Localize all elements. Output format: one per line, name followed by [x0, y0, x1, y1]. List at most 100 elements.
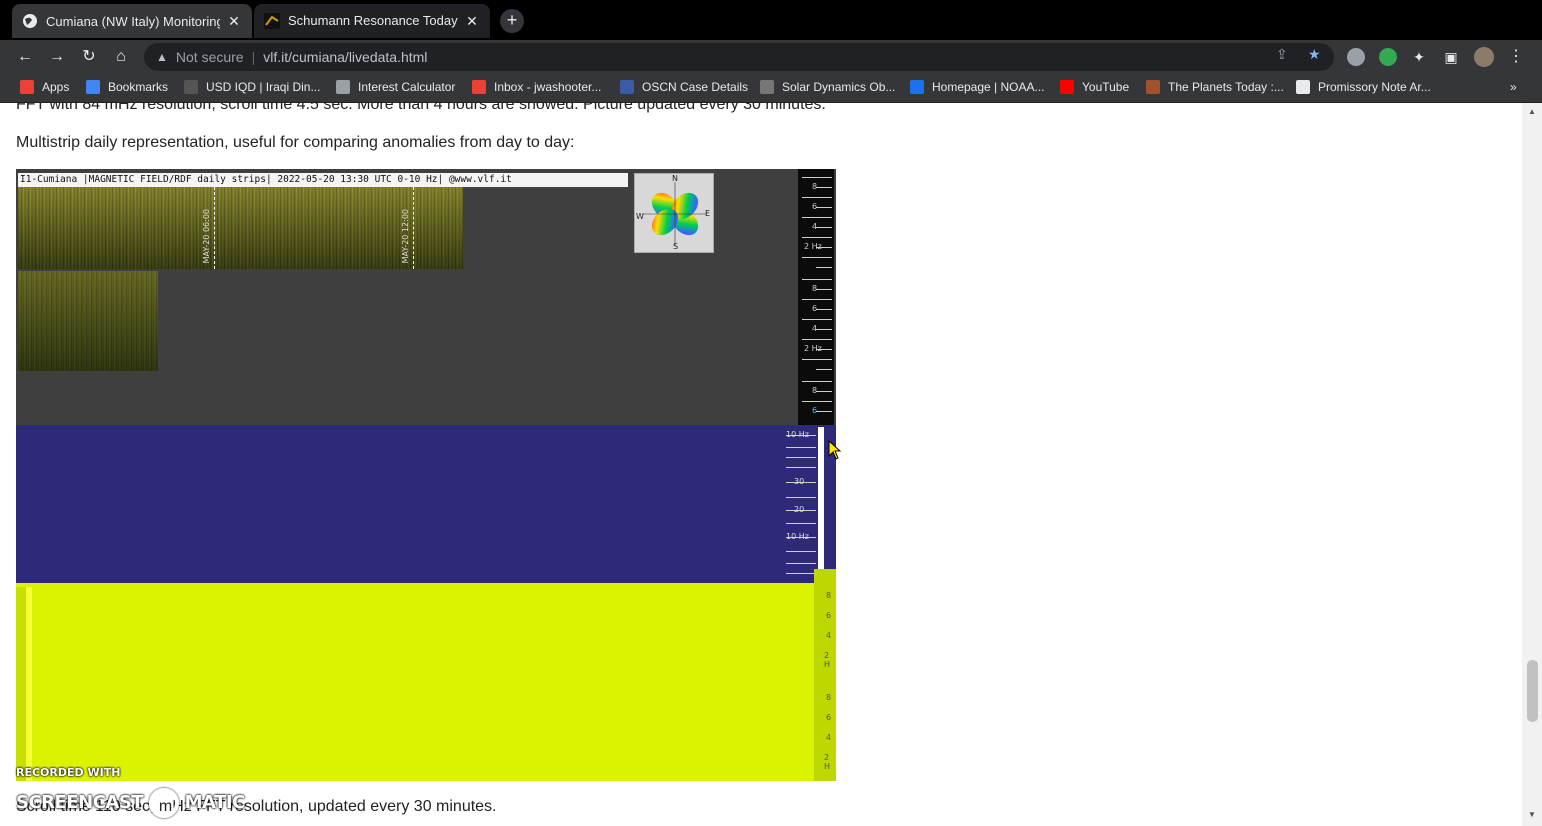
bookmark-label: The Planets Today :...: [1168, 80, 1284, 94]
home-icon[interactable]: ⌂: [110, 46, 132, 68]
compass-e: E: [705, 209, 711, 218]
bookmark-label: Interest Calculator: [358, 80, 456, 94]
scale-label: 20: [794, 505, 805, 514]
bookmark-promissory-note[interactable]: Promissory Note Ar...: [1296, 80, 1431, 94]
frequency-scale-grey: 8 6 4 2 Hz 8 6 4 2 Hz 8 6: [798, 169, 834, 425]
tab-strip: Cumiana (NW Italy) Monitoring S ✕ Schuma…: [0, 0, 1542, 40]
scale-label: 4: [826, 631, 832, 640]
extension-w-icon[interactable]: [1347, 48, 1365, 66]
strip-date-label: MAY-20 06:00: [202, 209, 211, 264]
watermark-logo-text: SCREENCAST MATIC: [16, 788, 245, 818]
time-marker: [413, 187, 414, 269]
address-bar[interactable]: ▲ Not secure | vlf.it/cumiana/livedata.h…: [144, 43, 1334, 71]
bookmark-label: YouTube: [1082, 80, 1130, 94]
compass-s: S: [673, 242, 679, 251]
apps-grid-icon: [20, 80, 34, 94]
bookmark-label: Inbox - jwashooter...: [494, 80, 602, 94]
spectrogram-yellow-panel: [16, 583, 836, 781]
more-bookmarks-icon[interactable]: »: [1510, 80, 1517, 94]
avatar[interactable]: [1474, 47, 1494, 67]
sidebar-icon[interactable]: ▣: [1440, 46, 1462, 68]
url-text[interactable]: vlf.it/cumiana/livedata.html: [263, 49, 427, 65]
page-scrollbar[interactable]: ▲ ▼: [1522, 103, 1542, 826]
tab-title: Cumiana (NW Italy) Monitoring S: [46, 13, 220, 29]
calculator-icon: [336, 80, 350, 94]
frequency-scale-blue: 10 Hz 30 20 10 Hz: [782, 427, 818, 583]
scroll-down-arrow-icon[interactable]: ▼: [1522, 810, 1542, 819]
bookmark-planets-today[interactable]: The Planets Today :...: [1146, 80, 1284, 94]
close-icon[interactable]: ✕: [226, 13, 242, 30]
scale-label: 6: [812, 202, 818, 211]
scroll-up-arrow-icon[interactable]: ▲: [1522, 107, 1542, 116]
scale-label: 10 Hz: [786, 532, 809, 541]
tab-cumiana[interactable]: Cumiana (NW Italy) Monitoring S ✕: [12, 4, 252, 38]
warning-icon[interactable]: ▲: [156, 50, 168, 64]
bookmark-inbox[interactable]: Inbox - jwashooter...: [472, 80, 601, 94]
back-arrow-icon[interactable]: ←: [14, 46, 36, 68]
bookmark-usd-iqd[interactable]: USD IQD | Iraqi Din...: [184, 80, 320, 94]
compass-w: W: [636, 212, 644, 221]
bookmark-interest-calculator[interactable]: Interest Calculator: [336, 80, 455, 94]
bookmark-oscn[interactable]: OSCN Case Details: [620, 80, 748, 94]
scale-label: 30: [794, 477, 805, 486]
investing-icon: [184, 80, 198, 94]
spectrogram-blue-panel: [16, 425, 836, 585]
bookmark-label: Solar Dynamics Ob...: [782, 80, 896, 94]
close-icon[interactable]: ✕: [464, 13, 480, 30]
bookmark-bookmarks[interactable]: Bookmarks: [86, 80, 168, 94]
scrollbar-thumb[interactable]: [1527, 660, 1538, 722]
tab-schumann[interactable]: Schumann Resonance Today ⚡ ✕: [254, 4, 490, 38]
scale-label: 10 Hz: [786, 430, 809, 439]
time-marker: [214, 187, 215, 269]
watermark-recorded-with: RECORDED WITH: [16, 766, 121, 779]
bookmark-apps[interactable]: Apps: [20, 80, 69, 94]
security-label[interactable]: Not secure: [176, 49, 244, 65]
daily-strip-second: [18, 271, 158, 371]
fft-description-text: FFT with 84 mHz resolution, scroll time …: [16, 103, 826, 113]
scale-label: 4: [826, 733, 832, 742]
scale-label: 2 Hz: [804, 344, 822, 353]
frequency-scale-yellow: 8 6 4 2 H 8 6 4 2 H: [814, 569, 836, 781]
bookmark-label: Apps: [42, 80, 70, 94]
scale-label: 2 Hz: [804, 242, 822, 251]
bookmarks-bar: Apps Bookmarks USD IQD | Iraqi Din... In…: [0, 74, 1542, 103]
youtube-icon: [1060, 80, 1074, 94]
spectrogram-image: I1-Cumiana |MAGNETIC FIELD/RDF daily str…: [16, 169, 836, 781]
planets-icon: [1146, 80, 1160, 94]
puzzle-icon[interactable]: ✦: [1408, 46, 1430, 68]
image-header: I1-Cumiana |MAGNETIC FIELD/RDF daily str…: [18, 173, 628, 187]
yellow-bright-stripe: [26, 587, 32, 781]
forward-arrow-icon[interactable]: →: [46, 46, 68, 68]
scale-label: 8: [826, 591, 832, 600]
scale-label: 8: [826, 693, 832, 702]
share-icon[interactable]: ⇪: [1276, 46, 1288, 63]
scale-label: 8: [812, 284, 818, 293]
scale-label: 6: [826, 611, 832, 620]
new-tab-button[interactable]: +: [500, 9, 524, 33]
strip-date-label: MAY-20 12:00: [401, 209, 410, 264]
reload-icon[interactable]: ↻: [78, 46, 100, 68]
star-filled-icon[interactable]: ★: [1308, 46, 1321, 63]
bookmark-label: Bookmarks: [108, 80, 169, 94]
compass-n: N: [672, 174, 678, 183]
scale-label: 4: [812, 222, 818, 231]
bookmark-noaa[interactable]: Homepage | NOAA...: [910, 80, 1045, 94]
globe-icon: [22, 13, 38, 29]
tab-title: Schumann Resonance Today ⚡: [288, 13, 458, 28]
bookmark-solar-dynamics[interactable]: Solar Dynamics Ob...: [760, 80, 895, 94]
watermark-right: MATIC: [184, 792, 246, 813]
blue-panel-white-bar: [818, 427, 824, 575]
sdo-icon: [760, 80, 774, 94]
extension-check-icon[interactable]: [1379, 48, 1397, 66]
bookmark-youtube[interactable]: YouTube: [1060, 80, 1129, 94]
bookmark-label: Homepage | NOAA...: [932, 80, 1045, 94]
scale-label: 6: [826, 713, 832, 722]
scale-label: 8: [812, 386, 818, 395]
watermark-left: SCREENCAST: [16, 792, 144, 813]
bookmark-label: USD IQD | Iraqi Din...: [206, 80, 321, 94]
scale-label: 4: [812, 324, 818, 333]
scale-label: 6: [812, 304, 818, 313]
scale-label: 6: [812, 406, 818, 415]
bookmark-label: Promissory Note Ar...: [1318, 80, 1431, 94]
menu-dots-icon[interactable]: ⋮: [1505, 46, 1527, 68]
